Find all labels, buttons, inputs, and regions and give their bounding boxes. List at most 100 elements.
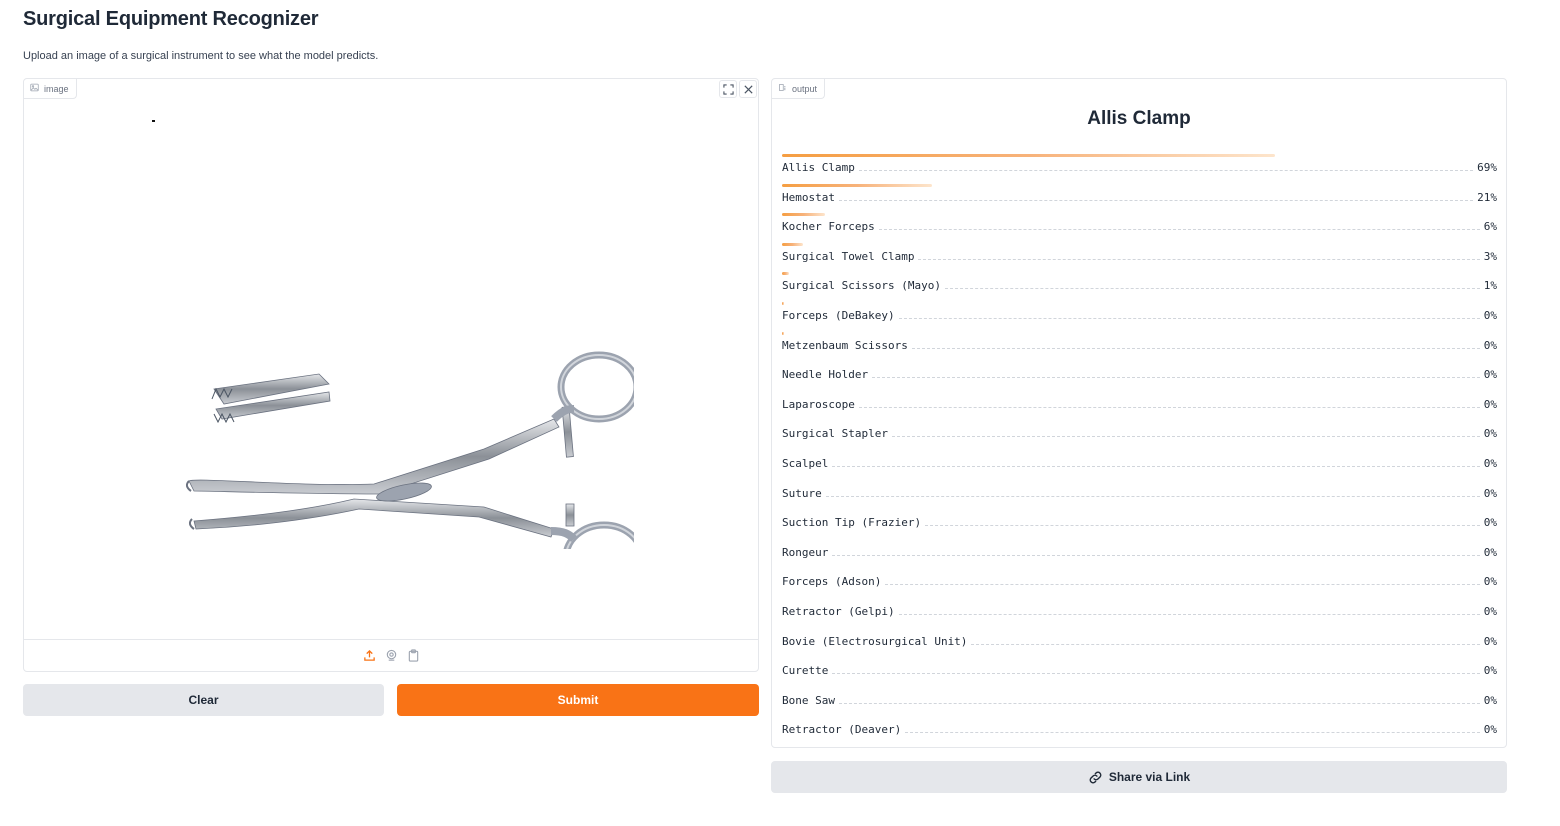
upload-icon xyxy=(363,649,376,662)
confidence-row: Kocher Forceps 6% xyxy=(782,213,1497,243)
confidence-label: Needle Holder xyxy=(782,368,869,382)
confidence-value: 0% xyxy=(1483,693,1497,707)
confidence-label: Scalpel xyxy=(782,456,829,470)
confidence-row: Forceps (DeBakey) 0% xyxy=(782,301,1497,332)
leader-dots xyxy=(925,518,1480,527)
confidence-value: 69% xyxy=(1477,161,1497,174)
confidence-label: Kocher Forceps xyxy=(782,220,875,234)
close-icon xyxy=(743,84,754,95)
confidence-row: Forceps (Adson) 0% xyxy=(782,568,1497,598)
confidence-value: 0% xyxy=(1483,664,1497,678)
confidence-row: Allis Clamp 69% xyxy=(782,154,1497,184)
clear-button[interactable]: Clear xyxy=(23,684,384,716)
confidence-value: 0% xyxy=(1483,456,1497,470)
confidence-value: 6% xyxy=(1483,220,1497,234)
confidence-label: Forceps (DeBakey) xyxy=(782,308,895,322)
confidence-list: Allis Clamp 69% Hemostat 21% Kocher Forceps 6… xyxy=(782,154,1497,746)
allis-clamp-image xyxy=(185,351,634,549)
link-icon xyxy=(1088,770,1103,785)
confidence-value: 0% xyxy=(1483,427,1497,441)
confidence-row: Needle Holder 0% xyxy=(782,361,1497,391)
confidence-row: Metzenbaum Scissors 0% xyxy=(782,331,1497,362)
top-prediction: Allis Clamp xyxy=(1087,108,1191,129)
confidence-value: 0% xyxy=(1483,516,1497,530)
confidence-label: Surgical Stapler xyxy=(782,427,888,441)
confidence-label: Bone Saw xyxy=(782,693,835,707)
leader-dots xyxy=(944,281,1480,290)
confidence-label: Allis Clamp xyxy=(782,161,855,174)
output-label-text: output xyxy=(792,83,818,94)
confidence-label: Surgical Towel Clamp xyxy=(782,249,915,263)
confidence-row: Surgical Towel Clamp 3% xyxy=(782,242,1497,273)
confidence-label: Metzenbaum Scissors xyxy=(782,338,908,352)
confidence-row: Retractor (Deaver) 0% xyxy=(782,716,1497,746)
confidence-bar xyxy=(782,272,790,276)
image-source-bar xyxy=(24,639,758,671)
clipboard-icon xyxy=(407,649,420,662)
clear-image-button[interactable] xyxy=(739,80,757,98)
confidence-bar xyxy=(782,301,785,305)
confidence-bar xyxy=(782,213,825,217)
webcam-icon xyxy=(385,649,398,662)
confidence-row: Bovie (Electrosurgical Unit) 0% xyxy=(782,628,1497,658)
confidence-row: Surgical Scissors (Mayo) 1% xyxy=(782,272,1497,302)
leader-dots xyxy=(838,696,1480,704)
page-title: Surgical Equipment Recognizer xyxy=(23,8,319,30)
confidence-label: Forceps (Adson) xyxy=(782,575,882,589)
confidence-value: 0% xyxy=(1483,604,1497,618)
leader-dots xyxy=(891,429,1480,438)
confidence-bar xyxy=(782,183,933,187)
confidence-row: Rongeur 0% xyxy=(782,539,1497,569)
output-icon xyxy=(778,83,787,94)
confidence-row: Bone Saw 0% xyxy=(782,687,1497,717)
image-artifact xyxy=(152,120,155,122)
confidence-bar xyxy=(782,154,1276,157)
confidence-label: Rongeur xyxy=(782,545,829,559)
output-panel: output Allis Clamp Allis Clamp 69% Hemosta… xyxy=(771,78,1507,748)
leader-dots xyxy=(858,400,1480,408)
confidence-row: Curette 0% xyxy=(782,657,1497,687)
confidence-value: 0% xyxy=(1483,575,1497,589)
leader-dots xyxy=(838,193,1474,201)
confidence-label: Suture xyxy=(782,486,822,500)
webcam-source-button[interactable] xyxy=(384,649,398,663)
confidence-label: Hemostat xyxy=(782,190,835,204)
confidence-label: Curette xyxy=(782,664,829,678)
leader-dots xyxy=(872,370,1480,379)
image-input-label: image xyxy=(24,79,77,99)
confidence-value: 0% xyxy=(1483,368,1497,382)
leader-dots xyxy=(918,252,1480,260)
fullscreen-button[interactable] xyxy=(719,80,737,98)
leader-dots xyxy=(858,163,1474,171)
leader-dots xyxy=(971,637,1480,645)
leader-dots xyxy=(885,577,1480,586)
confidence-value: 0% xyxy=(1483,723,1497,737)
leader-dots xyxy=(832,459,1480,467)
confidence-label: Bovie (Electrosurgical Unit) xyxy=(782,634,968,648)
confidence-row: Suture 0% xyxy=(782,480,1497,510)
confidence-value: 21% xyxy=(1477,190,1497,204)
image-input-panel[interactable]: image xyxy=(23,78,759,672)
confidence-label: Laparoscope xyxy=(782,397,855,411)
confidence-label: Retractor (Deaver) xyxy=(782,723,902,737)
confidence-label: Retractor (Gelpi) xyxy=(782,604,895,618)
confidence-bar xyxy=(782,331,784,335)
share-button[interactable]: Share via Link xyxy=(771,761,1507,793)
clipboard-source-button[interactable] xyxy=(406,649,420,663)
confidence-row: Suction Tip (Frazier) 0% xyxy=(782,509,1497,539)
confidence-bar xyxy=(782,242,804,246)
share-button-label: Share via Link xyxy=(1108,770,1191,784)
upload-source-button[interactable] xyxy=(362,649,376,663)
leader-dots xyxy=(825,489,1480,497)
confidence-value: 0% xyxy=(1483,308,1497,322)
leader-dots xyxy=(832,666,1480,675)
confidence-value: 0% xyxy=(1483,545,1497,559)
confidence-value: 0% xyxy=(1483,338,1497,352)
image-icon xyxy=(30,83,39,94)
leader-dots xyxy=(878,222,1480,231)
leader-dots xyxy=(911,341,1480,349)
confidence-value: 3% xyxy=(1483,249,1497,263)
submit-button[interactable]: Submit xyxy=(397,684,759,716)
confidence-label: Surgical Scissors (Mayo) xyxy=(782,279,941,293)
leader-dots xyxy=(832,548,1480,556)
